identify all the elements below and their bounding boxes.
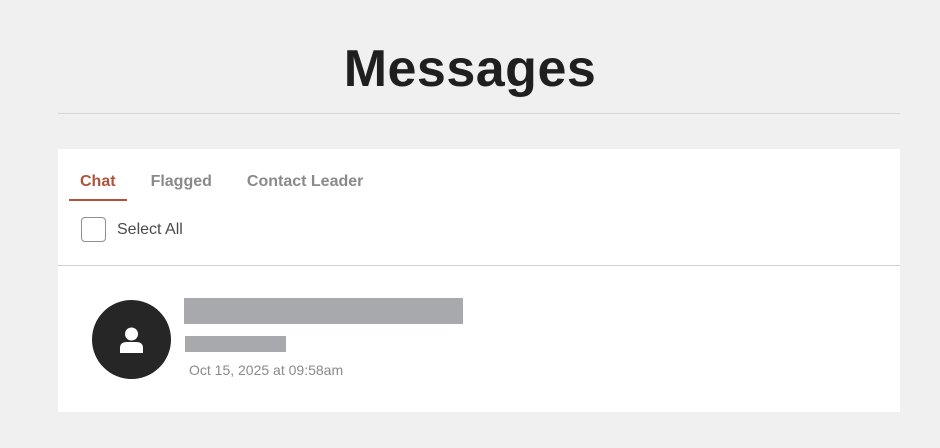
select-all-label: Select All	[117, 220, 183, 238]
user-icon	[120, 327, 143, 353]
avatar	[92, 300, 171, 379]
messages-card: Chat Flagged Contact Leader Select All O…	[58, 149, 900, 412]
page-title: Messages	[343, 40, 597, 98]
redacted-sender-name	[184, 298, 463, 324]
tab-chat[interactable]: Chat	[69, 169, 127, 201]
tab-bar: Chat Flagged Contact Leader	[69, 169, 387, 203]
title-divider	[58, 113, 900, 114]
message-list-item[interactable]: Oct 15, 2025 at 09:58am	[58, 266, 900, 412]
tab-flagged[interactable]: Flagged	[140, 169, 223, 201]
tab-contact-leader[interactable]: Contact Leader	[236, 169, 374, 201]
select-all-checkbox[interactable]	[81, 217, 106, 242]
redacted-message-preview	[185, 336, 286, 352]
select-all-control[interactable]: Select All	[81, 217, 183, 242]
message-timestamp: Oct 15, 2025 at 09:58am	[189, 362, 344, 378]
